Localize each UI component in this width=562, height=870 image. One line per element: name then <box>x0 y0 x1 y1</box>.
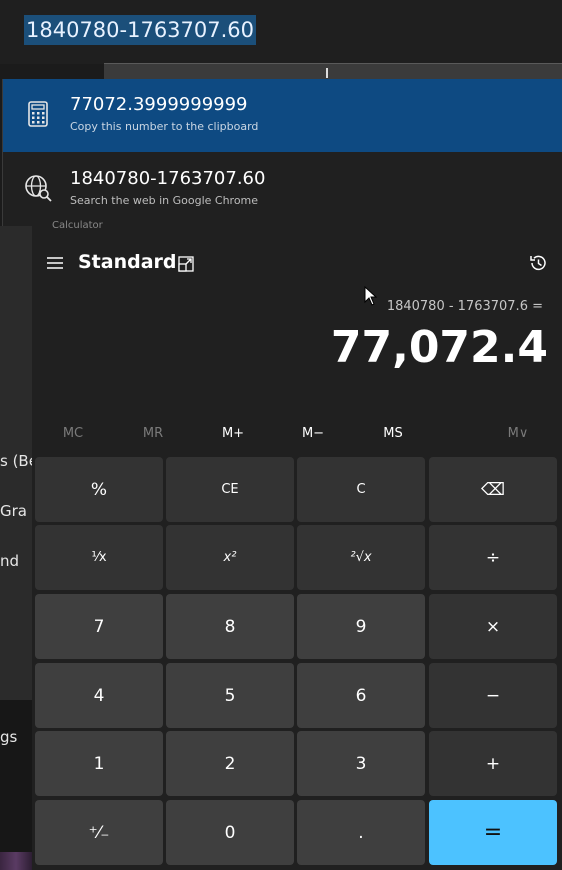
keep-on-top-icon[interactable] <box>177 255 195 273</box>
memory-recall-button[interactable]: MR <box>123 422 183 446</box>
background-text: gs <box>0 728 18 746</box>
window-title: Calculator <box>52 220 103 231</box>
cursor-caret <box>326 68 338 78</box>
decimal-button[interactable]: . <box>297 800 425 865</box>
search-bar[interactable]: 1840780-1763707.60 <box>0 0 562 64</box>
memory-store-button[interactable]: MS <box>363 422 423 446</box>
digit-6-button[interactable]: 6 <box>297 663 425 728</box>
background-window: s (Be Gra nd gs <box>0 226 38 870</box>
hamburger-menu-icon[interactable] <box>44 254 66 272</box>
percent-button[interactable]: % <box>35 457 163 522</box>
calculator-icon <box>28 101 48 127</box>
expression-display: 1840780 - 1763707.6 = <box>386 299 543 314</box>
digit-7-button[interactable]: 7 <box>35 594 163 659</box>
suggestion-title: 1840780-1763707.60 <box>70 168 266 189</box>
digit-5-button[interactable]: 5 <box>166 663 294 728</box>
negate-button[interactable]: ⁺⁄₋ <box>35 800 163 865</box>
digit-9-button[interactable]: 9 <box>297 594 425 659</box>
globe-search-icon <box>25 175 52 202</box>
memory-list-button[interactable]: M∨ <box>488 422 548 446</box>
suggestion-title: 77072.3999999999 <box>70 94 248 115</box>
clear-button[interactable]: C <box>297 457 425 522</box>
result-display: 77,072.4 <box>330 322 548 373</box>
suggestion-subtitle: Search the web in Google Chrome <box>70 194 259 207</box>
digit-3-button[interactable]: 3 <box>297 731 425 796</box>
mode-title: Standard <box>78 251 177 273</box>
window-strip <box>104 63 562 80</box>
memory-clear-button[interactable]: MC <box>43 422 103 446</box>
equals-button[interactable]: = <box>429 800 557 865</box>
digit-4-button[interactable]: 4 <box>35 663 163 728</box>
multiply-button[interactable]: × <box>429 594 557 659</box>
suggestion-web-search[interactable]: 1840780-1763707.60 Search the web in Goo… <box>3 153 562 226</box>
backspace-icon: ⌫ <box>480 479 506 500</box>
memory-add-button[interactable]: M+ <box>203 422 263 446</box>
background-panel: gs <box>0 700 32 870</box>
calculator-window: Calculator Standard 1840780 - 1763707.6 … <box>32 220 562 870</box>
square-button[interactable]: x² <box>166 525 294 590</box>
search-input[interactable]: 1840780-1763707.60 <box>24 15 257 45</box>
background-text: nd <box>0 552 20 570</box>
divide-button[interactable]: ÷ <box>429 525 557 590</box>
suggestion-subtitle: Copy this number to the clipboard <box>70 120 259 133</box>
clear-entry-button[interactable]: CE <box>166 457 294 522</box>
backspace-button[interactable]: ⌫ <box>429 457 557 522</box>
subtract-button[interactable]: − <box>429 663 557 728</box>
square-root-button[interactable]: ²√x <box>297 525 425 590</box>
history-icon[interactable] <box>528 253 548 273</box>
mouse-pointer-icon <box>364 286 378 306</box>
add-button[interactable]: + <box>429 731 557 796</box>
digit-8-button[interactable]: 8 <box>166 594 294 659</box>
digit-1-button[interactable]: 1 <box>35 731 163 796</box>
suggestion-copy-result[interactable]: 77072.3999999999 Copy this number to the… <box>3 79 562 152</box>
background-wallpaper <box>0 852 32 870</box>
reciprocal-button[interactable]: ¹⁄x <box>35 525 163 590</box>
background-text: Gra <box>0 502 27 520</box>
digit-2-button[interactable]: 2 <box>166 731 294 796</box>
memory-row: MC MR M+ M− MS M∨ <box>32 422 562 446</box>
digit-0-button[interactable]: 0 <box>166 800 294 865</box>
memory-subtract-button[interactable]: M− <box>283 422 343 446</box>
search-suggestions: 77072.3999999999 Copy this number to the… <box>2 79 562 226</box>
